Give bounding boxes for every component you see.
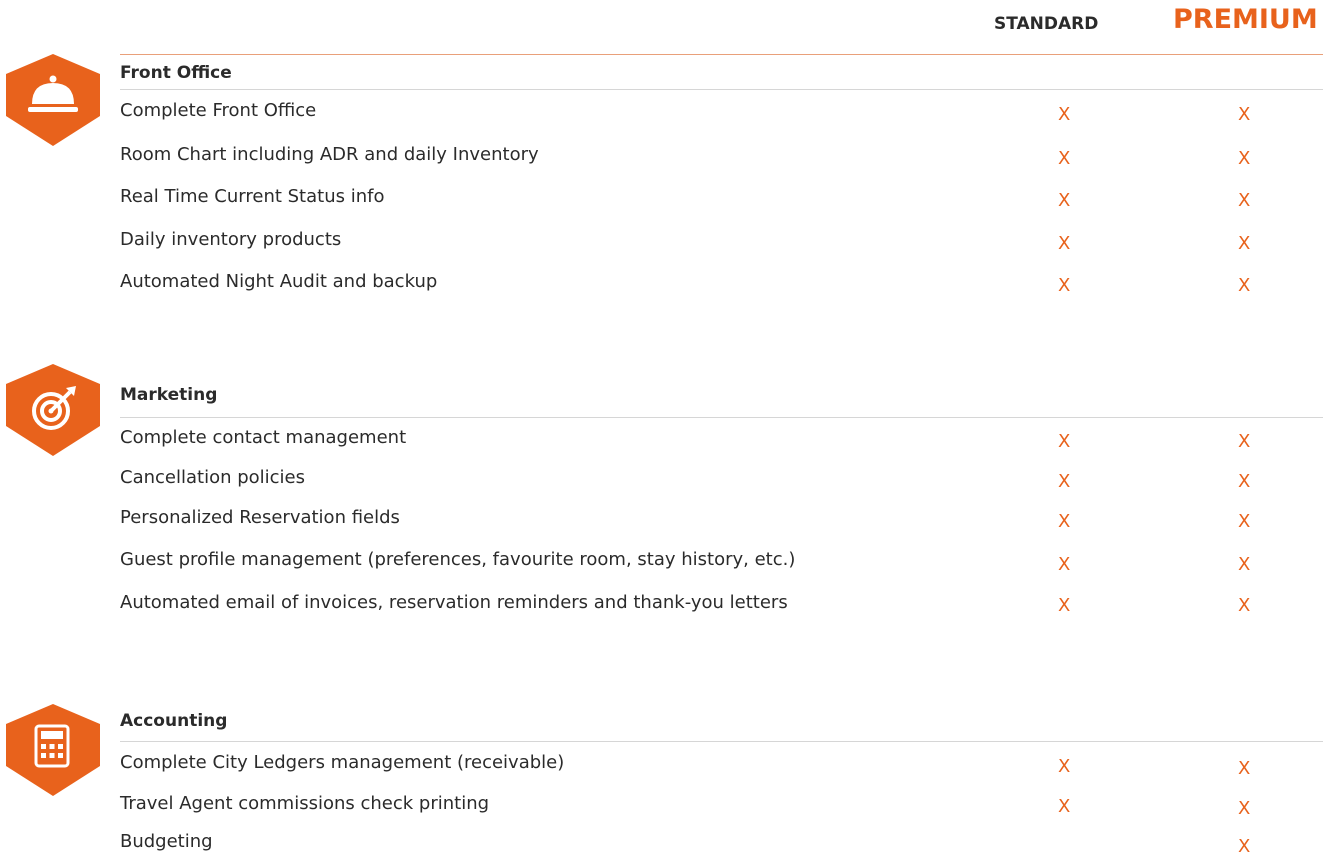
premium-mark: X <box>1238 104 1251 125</box>
standard-mark: X <box>1058 190 1071 211</box>
feature-label: Travel Agent commissions check printing <box>120 793 490 814</box>
premium-mark: X <box>1238 431 1251 452</box>
section-title: Marketing <box>120 385 218 405</box>
section-divider <box>120 417 1323 418</box>
feature-label: Automated Night Audit and backup <box>120 271 438 292</box>
header-divider <box>120 54 1323 55</box>
premium-mark: X <box>1238 233 1251 254</box>
premium-mark: X <box>1238 148 1251 169</box>
feature-label: Room Chart including ADR and daily Inven… <box>120 144 539 165</box>
premium-mark: X <box>1238 554 1251 575</box>
premium-mark: X <box>1238 190 1251 211</box>
feature-label: Personalized Reservation fields <box>120 507 400 528</box>
feature-row: Cancellation policies X X <box>0 463 1323 503</box>
feature-row: Daily inventory products X X <box>0 226 1323 266</box>
feature-label: Cancellation policies <box>120 467 306 488</box>
standard-mark: X <box>1058 148 1071 169</box>
feature-row: Automated Night Audit and backup X X <box>0 268 1323 308</box>
standard-mark: X <box>1058 431 1071 452</box>
standard-mark: X <box>1058 233 1071 254</box>
feature-label: Daily inventory products <box>120 229 342 250</box>
feature-row: Budgeting X <box>0 828 1323 868</box>
feature-row: Automated email of invoices, reservation… <box>0 588 1323 628</box>
feature-row: Complete City Ledgers management (receiv… <box>0 748 1323 788</box>
section-divider <box>120 89 1323 90</box>
standard-mark: X <box>1058 796 1071 817</box>
section-title: Accounting <box>120 711 228 731</box>
feature-row: Personalized Reservation fields X X <box>0 503 1323 543</box>
standard-mark: X <box>1058 104 1071 125</box>
premium-mark: X <box>1238 275 1251 296</box>
feature-label: Complete contact management <box>120 427 407 448</box>
standard-mark: X <box>1058 756 1071 777</box>
premium-mark: X <box>1238 595 1251 616</box>
premium-mark: X <box>1238 758 1251 779</box>
premium-mark: X <box>1238 836 1251 857</box>
premium-mark: X <box>1238 471 1251 492</box>
premium-mark: X <box>1238 511 1251 532</box>
standard-mark: X <box>1058 275 1071 296</box>
feature-row: Room Chart including ADR and daily Inven… <box>0 140 1323 180</box>
standard-mark: X <box>1058 471 1071 492</box>
standard-mark: X <box>1058 511 1071 532</box>
feature-row: Travel Agent commissions check printing … <box>0 790 1323 830</box>
feature-label: Budgeting <box>120 831 213 852</box>
feature-row: Complete contact management X X <box>0 423 1323 463</box>
feature-label: Complete Front Office <box>120 100 317 121</box>
feature-row: Real Time Current Status info X X <box>0 182 1323 222</box>
section-title: Front Office <box>120 63 232 83</box>
column-header-premium: PREMIUM <box>1173 4 1318 35</box>
feature-label: Automated email of invoices, reservation… <box>120 592 788 613</box>
standard-mark: X <box>1058 595 1071 616</box>
feature-label: Complete City Ledgers management (receiv… <box>120 752 565 773</box>
feature-row: Guest profile management (preferences, f… <box>0 545 1323 585</box>
feature-label: Real Time Current Status info <box>120 186 385 207</box>
standard-mark: X <box>1058 554 1071 575</box>
column-header-standard: STANDARD <box>994 14 1099 34</box>
feature-row: Complete Front Office X X <box>0 96 1323 136</box>
section-divider <box>120 741 1323 742</box>
premium-mark: X <box>1238 798 1251 819</box>
feature-label: Guest profile management (preferences, f… <box>120 549 796 570</box>
